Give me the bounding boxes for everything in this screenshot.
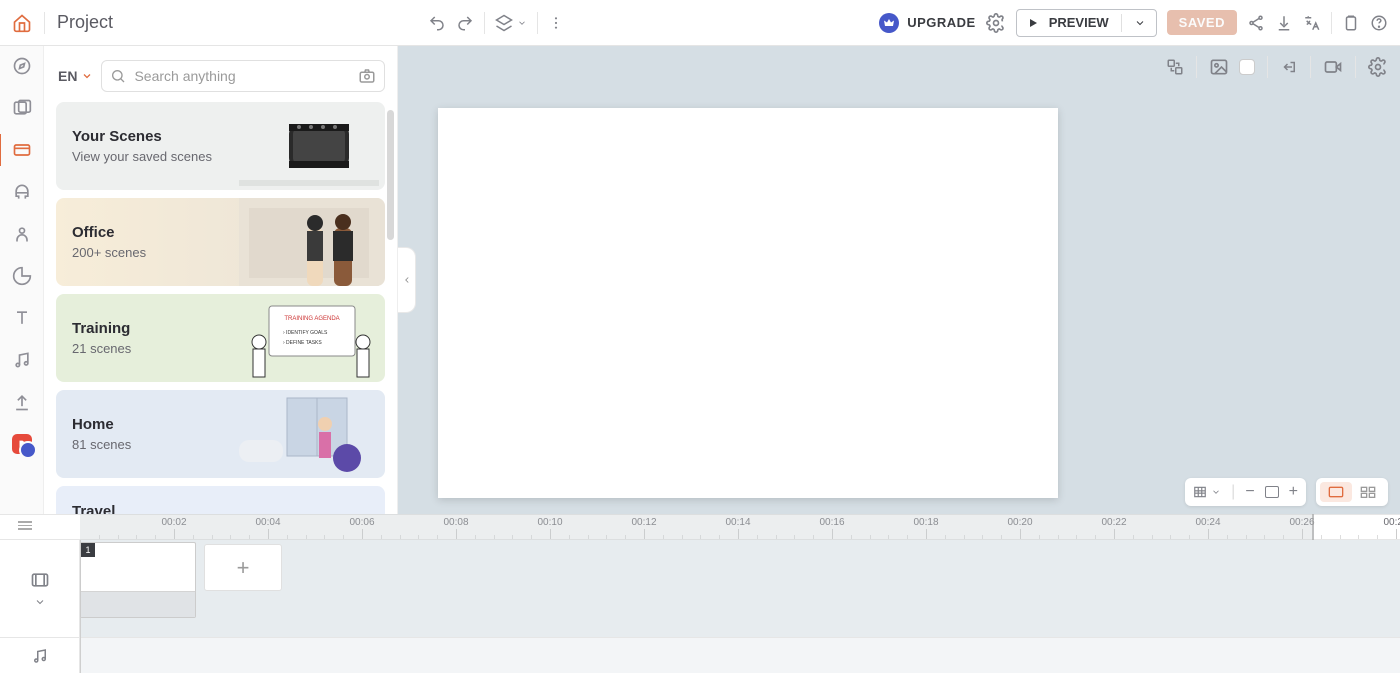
table-icon — [1193, 485, 1207, 499]
enter-icon[interactable] — [1280, 58, 1298, 76]
view-preview-button[interactable] — [1320, 482, 1352, 502]
home-illustration — [239, 390, 379, 478]
browse-panel: EN Your Scenes View your saved scenes — [44, 46, 398, 514]
saved-indicator: SAVED — [1167, 10, 1237, 35]
track-chevron[interactable] — [34, 596, 46, 608]
zoom-out-button[interactable]: − — [1245, 483, 1254, 501]
preview-button[interactable]: PREVIEW — [1016, 9, 1157, 37]
category-your-scenes[interactable]: Your Scenes View your saved scenes — [56, 102, 385, 190]
layers-dropdown[interactable] — [495, 14, 527, 32]
search-field[interactable] — [101, 60, 385, 92]
film-reel-icon — [239, 102, 379, 190]
history-controls — [428, 12, 564, 34]
scene-label-bar — [81, 591, 195, 617]
chevron-down-icon — [1134, 17, 1146, 29]
ruler-handle[interactable] — [18, 521, 32, 530]
stage-view-controls: | − + — [1185, 478, 1388, 506]
replace-icon[interactable] — [1166, 58, 1184, 76]
scrollbar[interactable] — [387, 110, 394, 240]
chevron-down-icon — [1211, 487, 1221, 497]
top-bar: Project UPGRADE PREVIEW SAVED — [0, 0, 1400, 46]
share-icon[interactable] — [1247, 14, 1265, 32]
sidebar-charts[interactable] — [12, 266, 32, 286]
office-illustration — [239, 198, 379, 286]
category-home[interactable]: Home 81 scenes — [56, 390, 385, 478]
timeline-track[interactable]: 1 + — [80, 540, 1400, 637]
sidebar-explore[interactable] — [12, 56, 32, 76]
video-icon[interactable] — [1323, 57, 1343, 77]
upgrade-button[interactable]: UPGRADE — [879, 13, 976, 33]
divider — [1331, 12, 1332, 34]
canvas-settings-icon[interactable] — [1368, 57, 1388, 77]
help-icon[interactable] — [1370, 14, 1388, 32]
scene-thumbnail[interactable]: 1 — [80, 542, 196, 618]
language-selector[interactable]: EN — [58, 68, 93, 84]
timeline: 1 + — [0, 540, 1400, 637]
timeline-lead — [0, 540, 80, 637]
undo-icon[interactable] — [428, 14, 446, 32]
chevron-down-icon — [81, 70, 93, 82]
divider — [1355, 56, 1356, 78]
search-input[interactable] — [134, 68, 350, 84]
settings-icon[interactable] — [986, 13, 1006, 33]
tick-label: 00:28 — [1383, 517, 1400, 528]
download-icon[interactable] — [1275, 14, 1293, 32]
view-grid-button[interactable] — [1352, 482, 1384, 502]
grid-dropdown[interactable] — [1193, 485, 1221, 499]
sidebar-scenes[interactable] — [12, 140, 32, 160]
stage[interactable] — [438, 108, 1058, 498]
chevron-left-icon — [402, 273, 412, 287]
audio-track[interactable] — [80, 638, 1400, 673]
canvas-toolbar — [1166, 56, 1388, 78]
svg-text:TRAINING AGENDA: TRAINING AGENDA — [284, 316, 339, 322]
divider — [1196, 56, 1197, 78]
category-office[interactable]: Office 200+ scenes — [56, 198, 385, 286]
sidebar-audio[interactable] — [12, 350, 32, 370]
sidebar-upload[interactable] — [12, 392, 32, 412]
crown-icon — [879, 13, 899, 33]
project-title[interactable]: Project — [57, 12, 113, 33]
scene-number: 1 — [81, 543, 95, 557]
category-training[interactable]: Training 21 scenes TRAINING AGENDA› IDEN… — [56, 294, 385, 382]
sidebar-characters[interactable] — [12, 224, 32, 244]
category-travel[interactable]: Travel — [56, 486, 385, 514]
play-icon — [1027, 17, 1039, 29]
more-icon[interactable] — [548, 15, 564, 31]
sidebar-props[interactable] — [12, 182, 32, 202]
canvas-area[interactable]: | − + — [398, 46, 1400, 514]
translate-icon[interactable] — [1303, 14, 1321, 32]
sidebar — [0, 46, 44, 514]
zoom-in-button[interactable]: + — [1289, 483, 1298, 501]
sidebar-app[interactable] — [12, 434, 32, 454]
fit-icon[interactable] — [1265, 486, 1279, 498]
divider — [44, 12, 45, 34]
divider — [1267, 56, 1268, 78]
sidebar-text[interactable] — [12, 308, 32, 328]
collapse-panel-button[interactable] — [398, 247, 416, 313]
camera-icon[interactable] — [358, 67, 376, 85]
divider — [1310, 56, 1311, 78]
sidebar-media[interactable] — [12, 98, 32, 118]
audio-track-row — [0, 637, 1400, 673]
add-scene-button[interactable]: + — [204, 544, 282, 591]
svg-text:› IDENTIFY GOALS: › IDENTIFY GOALS — [283, 330, 328, 336]
redo-icon[interactable] — [456, 14, 474, 32]
divider — [537, 12, 538, 34]
clipboard-icon[interactable] — [1342, 14, 1360, 32]
upgrade-label: UPGRADE — [907, 15, 976, 30]
svg-text:› DEFINE TASKS: › DEFINE TASKS — [283, 340, 322, 346]
image-icon[interactable] — [1209, 57, 1229, 77]
scenes-track-icon[interactable] — [30, 570, 50, 590]
scrub-range[interactable] — [80, 514, 1314, 540]
audio-track-lead[interactable] — [0, 638, 80, 673]
preview-label: PREVIEW — [1049, 15, 1109, 30]
divider — [484, 12, 485, 34]
training-illustration: TRAINING AGENDA › IDENTIFY GOALS › DEFINE … — [239, 294, 379, 382]
search-icon — [110, 68, 126, 84]
home-icon[interactable] — [12, 13, 32, 33]
color-swatch[interactable] — [1239, 59, 1255, 75]
